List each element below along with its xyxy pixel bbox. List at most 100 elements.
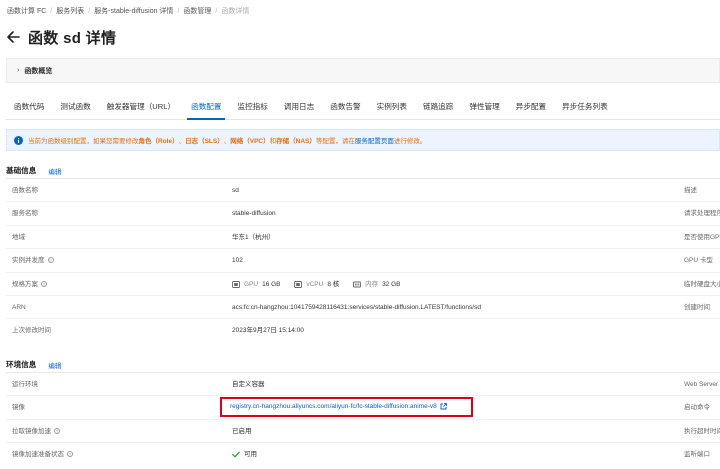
breadcrumb-item-function-management[interactable]: 函数管理 [183, 6, 211, 16]
tab-tracing[interactable]: 链路追踪 [415, 98, 461, 119]
breadcrumb-item-fc[interactable]: 函数计算 FC [7, 6, 46, 16]
table-row: 运行环境 自定义容器 Web Server [6, 372, 720, 395]
function-name-value: sd [232, 187, 239, 194]
field-label: 拉取镜像加速? [12, 420, 60, 443]
field-label: 地域 [12, 233, 25, 241]
notice-text-mid: 等配置，请在 [315, 138, 355, 145]
tab-function-code[interactable]: 函数代码 [6, 98, 52, 119]
env-info-edit-button[interactable]: 编辑 [48, 360, 61, 370]
breadcrumb-separator: / [88, 7, 91, 15]
breadcrumb-separator: / [177, 7, 180, 15]
breadcrumb-item-service-list[interactable]: 服务列表 [56, 6, 84, 16]
vcpu-value: 8 核 [327, 280, 340, 288]
function-overview-collapse[interactable]: › 函数概览 [6, 58, 720, 83]
tab-monitoring[interactable]: 监控指标 [229, 98, 275, 119]
notice-nas: 存储（NAS） [276, 138, 316, 145]
table-row: 函数名称 sd 描述 [6, 178, 720, 201]
basic-info-header: 基础信息 编辑 [6, 165, 61, 176]
breadcrumb: 函数计算 FC / 服务列表 / 服务-stable-diffusion 详情 … [7, 6, 249, 16]
table-row: 镜像加速准备状态? 可用 监听端口 [6, 442, 720, 465]
gpu-chip-icon [232, 280, 240, 288]
env-info-table: 运行环境 自定义容器 Web Server 镜像 启动命令 拉取镜像加速? 已启… [6, 372, 720, 466]
tab-instance-list[interactable]: 实例列表 [369, 98, 415, 119]
breadcrumb-item-service-detail[interactable]: 服务-stable-diffusion 详情 [94, 6, 173, 16]
field-label: 镜像 [12, 404, 25, 412]
help-icon[interactable]: ? [47, 257, 54, 264]
tab-async-task-list[interactable]: 异步任务列表 [554, 98, 616, 119]
env-info-title: 环境信息 [6, 360, 37, 369]
basic-info-table: 函数名称 sd 描述 服务名称 stable-diffusion 请求处理程序 … [6, 178, 720, 342]
image-acceleration-label: 拉取镜像加速 [12, 427, 51, 435]
runtime-value: 自定义容器 [232, 381, 265, 388]
field-label: 描述 [684, 187, 697, 194]
field-label: 监听端口 [684, 451, 710, 459]
arrow-left-icon[interactable] [6, 30, 20, 44]
field-label: 启动命令 [684, 404, 710, 412]
help-icon[interactable]: ? [41, 280, 47, 287]
basic-info-title: 基础信息 [6, 166, 37, 175]
field-label: 规格方案? [12, 273, 47, 296]
image-acceleration-value: 已启用 [232, 427, 252, 435]
tab-invocation-logs[interactable]: 调用日志 [276, 98, 322, 119]
memory-icon [353, 281, 362, 288]
tab-async-config[interactable]: 异步配置 [508, 98, 554, 119]
breadcrumb-separator: / [50, 7, 53, 15]
spec-label: 规格方案 [12, 280, 38, 288]
field-label: 是否使用GPU [684, 233, 720, 241]
image-registry-link[interactable]: registry.cn-hangzhou.aliyuncs.com/aliyun… [230, 397, 447, 417]
memory-spec: 内存 32 GB [353, 273, 401, 296]
tab-function-config[interactable]: 函数配置 [183, 98, 229, 120]
page-header: 函数 sd 详情 [6, 26, 116, 48]
tab-function-alerts[interactable]: 函数告警 [322, 98, 368, 119]
status-text: 可用 [244, 451, 257, 459]
vcpu-label: vCPU [306, 280, 324, 288]
check-icon [232, 451, 240, 458]
help-icon[interactable]: ? [54, 428, 60, 435]
external-link-icon [440, 402, 447, 410]
help-icon[interactable]: ? [67, 451, 73, 458]
field-label: 请求处理程序 [684, 210, 720, 218]
field-label: 服务名称 [12, 210, 38, 218]
tab-trigger-management[interactable]: 触发器管理（URL） [99, 98, 183, 119]
notice-vpc: 网络（VPC） [230, 138, 270, 145]
memory-value: 32 GB [382, 280, 401, 288]
table-row: 实例并发度? 102 GPU 卡型 [6, 248, 720, 271]
env-info-header: 环境信息 编辑 [6, 359, 61, 370]
function-overview-label: 函数概览 [24, 67, 53, 75]
image-acceleration-status-label: 镜像加速准备状态 [12, 451, 64, 459]
image-acceleration-status: 可用 [232, 443, 257, 466]
field-label: 执行超时时间 [684, 427, 720, 435]
breadcrumb-separator: / [215, 7, 218, 15]
field-label: 临时硬盘大小 [684, 280, 720, 288]
field-label: 实例并发度? [12, 249, 54, 272]
table-row: ARN acs:fc:cn-hangzhou:1041759428116431:… [6, 294, 720, 318]
table-row: 服务名称 stable-diffusion 请求处理程序 [6, 201, 720, 224]
notice-log: 日志（SLS） [185, 138, 224, 145]
cpu-chip-icon [294, 280, 303, 288]
basic-info-edit-button[interactable]: 编辑 [48, 166, 61, 176]
last-modified-value: 2023年9月27日 15:14:00 [232, 327, 304, 335]
instance-concurrency-label: 实例并发度 [12, 257, 45, 265]
region-value: 华东1（杭州） [232, 233, 275, 241]
field-label: 镜像加速准备状态? [12, 443, 73, 466]
gpu-value: 16 GB [262, 280, 281, 288]
table-row: 规格方案? GPU 16 GB vCPU 8 核 内存 32 GB 临时硬盘大小 [6, 271, 720, 296]
info-icon [14, 135, 23, 145]
page-title: 函数 sd 详情 [28, 29, 117, 47]
info-notice: 当前为函数级别配置，如果您需要修改 角色（Role） 、 日志（SLS） 、 网… [6, 129, 720, 151]
field-label: 上次修改时间 [12, 327, 51, 335]
tab-test-function[interactable]: 测试函数 [52, 98, 98, 119]
tab-elastic-management[interactable]: 弹性管理 [461, 98, 507, 119]
memory-label: 内存 [365, 280, 379, 288]
notice-text-suffix: 进行修改。 [393, 138, 427, 145]
gpu-spec: GPU 16 GB [232, 273, 281, 296]
notice-text-prefix: 当前为函数级别配置，如果您需要修改 [28, 138, 139, 145]
table-row: 地域 华东1（杭州） 是否使用GPU [6, 224, 720, 248]
field-label: ARN [12, 303, 26, 311]
service-config-page-link[interactable]: 服务配置页面 [355, 135, 394, 145]
chevron-right-icon: › [17, 67, 20, 74]
field-label: Web Server [684, 381, 719, 388]
arn-value: acs:fc:cn-hangzhou:1041759428116431:serv… [232, 303, 481, 311]
gpu-label: GPU [244, 280, 259, 288]
notice-role: 角色（Role） [138, 138, 179, 145]
